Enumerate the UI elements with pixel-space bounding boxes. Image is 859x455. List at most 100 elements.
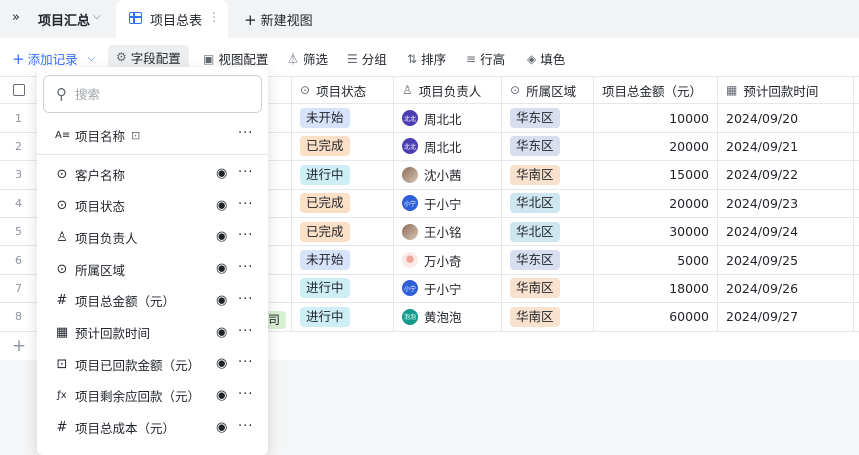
cell-region[interactable]: 华东区 (502, 132, 594, 161)
cell-amount[interactable]: 15000 (594, 161, 718, 189)
cell-owner[interactable]: 万小奇 (394, 246, 502, 274)
row-index[interactable]: 2 (0, 132, 38, 161)
eye-icon[interactable]: ◉ (216, 198, 227, 213)
eye-icon[interactable]: ◉ (216, 229, 227, 244)
more-icon[interactable]: ··· (238, 355, 253, 370)
header-status[interactable]: ⊙ 项目状态 (292, 77, 394, 104)
cell-status[interactable]: 已完成 (292, 189, 394, 217)
row-index[interactable]: 5 (0, 218, 38, 246)
field-item[interactable]: ⊙ 项目状态 ◉ ··· (37, 190, 268, 222)
group-button[interactable]: ☰ 分组 (347, 49, 387, 68)
cell-amount[interactable]: 20000 (594, 132, 718, 161)
field-item[interactable]: ⊙ 所属区域 ◉ ··· (37, 253, 268, 285)
cell-date[interactable]: 2024/09/20 (718, 104, 854, 132)
cell-status[interactable]: 已完成 (292, 132, 394, 161)
cell-amount[interactable]: 5000 (594, 246, 718, 274)
field-item[interactable]: ⊡ 项目已回款金额（元） ◉ ··· (37, 348, 268, 380)
more-icon[interactable]: ··· (238, 197, 253, 212)
header-date[interactable]: ▦ 预计回款时间 (718, 77, 854, 104)
cell-status[interactable]: 已完成 (292, 218, 394, 246)
fill-color-button[interactable]: ◈ 填色 (527, 49, 565, 68)
header-amount[interactable]: 项目总金额（元） (594, 77, 718, 104)
field-item[interactable]: ♙ 项目负责人 ◉ ··· (37, 221, 268, 253)
filter-button[interactable]: ⏃ 筛选 (287, 49, 328, 68)
cell-owner[interactable]: 北北 周北北 (394, 132, 502, 161)
eye-icon[interactable]: ◉ (216, 388, 227, 403)
more-icon[interactable]: ··· (238, 387, 253, 402)
cell-date[interactable]: 2024/09/25 (718, 246, 854, 274)
cell-owner[interactable]: 泡泡 黄泡泡 (394, 303, 502, 331)
cell-amount[interactable]: 18000 (594, 274, 718, 303)
field-item[interactable]: ▦ 预计回款时间 ◉ ··· (37, 317, 268, 349)
row-index[interactable]: 8 (0, 303, 38, 331)
cell-amount[interactable]: 30000 (594, 218, 718, 246)
expand-sidebar-icon[interactable]: » (12, 10, 20, 25)
cell-region[interactable]: 华东区 (502, 104, 594, 132)
row-height-button[interactable]: ≡ 行高 (466, 49, 505, 68)
more-icon[interactable]: ··· (238, 292, 253, 307)
select-all-cell[interactable] (0, 77, 38, 104)
more-icon[interactable]: ··· (238, 165, 253, 180)
field-item[interactable]: # 项目总成本（元） ◉ ··· (37, 412, 268, 444)
field-item[interactable]: ƒx 项目剩余应回款（元） ◉ ··· (37, 380, 268, 412)
new-view-button[interactable]: + 新建视图 (244, 10, 313, 29)
field-search-box[interactable]: ⚲ (43, 75, 262, 113)
cell-status[interactable]: 进行中 (292, 274, 394, 303)
select-all-checkbox[interactable] (12, 84, 25, 97)
cell-date[interactable]: 2024/09/27 (718, 303, 854, 331)
cell-region[interactable]: 华北区 (502, 189, 594, 217)
cell-date[interactable]: 2024/09/22 (718, 161, 854, 189)
more-icon[interactable]: ··· (238, 419, 253, 434)
field-search-input[interactable] (75, 86, 235, 102)
cell-owner[interactable]: 小宁 于小宁 (394, 274, 502, 303)
field-item[interactable]: # 项目总金额（元） ◉ ··· (37, 285, 268, 317)
field-item[interactable]: A≡ 项目名称 ⊡ ··· (37, 119, 268, 151)
chevron-down-icon[interactable]: ⌵ (93, 11, 101, 22)
row-index[interactable]: 7 (0, 274, 38, 303)
eye-icon[interactable]: ◉ (216, 293, 227, 308)
sort-button[interactable]: ⇅ 排序 (407, 49, 446, 68)
table-name[interactable]: 项目汇总 (38, 10, 90, 29)
eye-icon[interactable]: ◉ (216, 261, 227, 276)
add-record-button[interactable]: + 添加记录 ⌵ (12, 49, 95, 68)
cell-region[interactable]: 华北区 (502, 218, 594, 246)
row-index[interactable]: 4 (0, 189, 38, 217)
more-icon[interactable]: ··· (238, 260, 253, 275)
cell-date[interactable]: 2024/09/26 (718, 274, 854, 303)
header-owner[interactable]: ♙ 项目负责人 (394, 77, 502, 104)
more-icon[interactable]: ··· (238, 126, 253, 141)
cell-status[interactable]: 未开始 (292, 104, 394, 132)
cell-status[interactable]: 进行中 (292, 303, 394, 331)
field-item[interactable]: ⊙ 客户名称 ◉ ··· (37, 158, 268, 190)
view-config-button[interactable]: ▣ 视图配置 (203, 49, 268, 68)
eye-icon[interactable]: ◉ (216, 356, 227, 371)
row-index[interactable]: 3 (0, 161, 38, 189)
chevron-down-icon[interactable]: ⌵ (88, 53, 96, 64)
more-icon[interactable]: ··· (238, 324, 253, 339)
cell-amount[interactable]: 60000 (594, 303, 718, 331)
cell-region[interactable]: 华南区 (502, 274, 594, 303)
cell-region[interactable]: 华南区 (502, 161, 594, 189)
cell-owner[interactable]: 王小铭 (394, 218, 502, 246)
cell-amount[interactable]: 10000 (594, 104, 718, 132)
row-index[interactable]: 1 (0, 104, 38, 132)
eye-icon[interactable]: ◉ (216, 325, 227, 340)
cell-date[interactable]: 2024/09/24 (718, 218, 854, 246)
eye-icon[interactable]: ◉ (216, 420, 227, 435)
more-icon[interactable]: ··· (238, 228, 253, 243)
cell-region[interactable]: 华南区 (502, 303, 594, 331)
cell-owner[interactable]: 小宁 于小宁 (394, 189, 502, 217)
row-index[interactable]: 6 (0, 246, 38, 274)
field-config-button[interactable]: ⚙ 字段配置 (108, 45, 189, 69)
cell-status[interactable]: 进行中 (292, 161, 394, 189)
cell-owner[interactable]: 北北 周北北 (394, 104, 502, 132)
header-region[interactable]: ⊙ 所属区域 (502, 77, 594, 104)
cell-region[interactable]: 华东区 (502, 246, 594, 274)
eye-icon[interactable]: ◉ (216, 166, 227, 181)
cell-date[interactable]: 2024/09/21 (718, 132, 854, 161)
tab-project-table[interactable]: 项目总表 ⋮ (116, 0, 228, 38)
add-row-button[interactable]: + (0, 332, 38, 360)
cell-owner[interactable]: 沈小茜 (394, 161, 502, 189)
cell-status[interactable]: 未开始 (292, 246, 394, 274)
tab-more-icon[interactable]: ⋮ (208, 10, 220, 24)
